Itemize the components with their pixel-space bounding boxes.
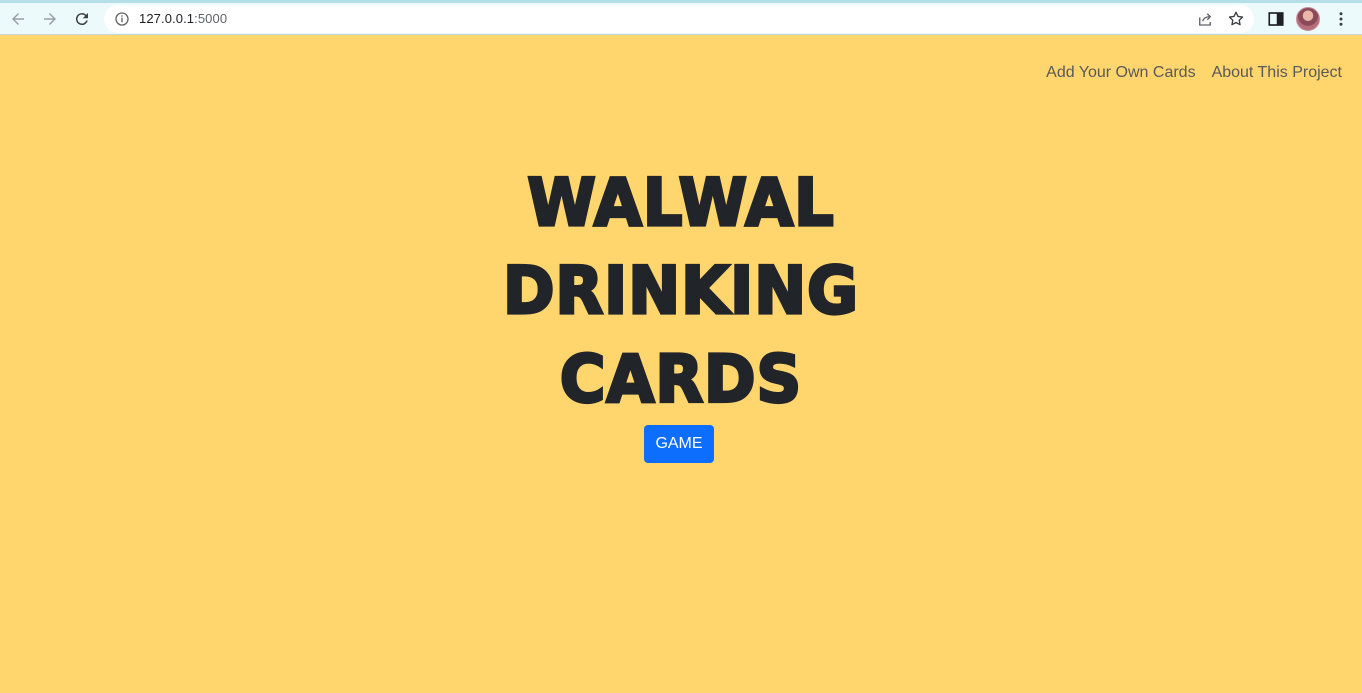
url-host: 127.0.0.1	[139, 11, 195, 26]
avatar[interactable]	[1296, 7, 1320, 31]
star-icon[interactable]	[1227, 10, 1245, 28]
back-icon	[12, 13, 24, 25]
reload-button[interactable]	[69, 6, 95, 32]
back-button[interactable]	[5, 6, 31, 32]
address-bar[interactable]: 127.0.0.1:5000	[104, 5, 1254, 33]
forward-button[interactable]	[37, 6, 63, 32]
nav-link-about[interactable]: About This Project	[1212, 62, 1342, 84]
page-title: WALWAL DRINKING CARDS	[0, 159, 1362, 424]
title-line: WALWAL	[526, 162, 835, 242]
forward-icon	[44, 13, 56, 25]
reload-icon	[75, 13, 88, 26]
info-icon[interactable]	[114, 11, 130, 27]
title-line: CARDS	[558, 339, 803, 419]
game-button[interactable]: GAME	[644, 425, 714, 463]
top-nav: Add Your Own Cards About This Project	[1046, 62, 1342, 84]
share-icon[interactable]	[1196, 10, 1214, 28]
browser-toolbar: 127.0.0.1:5000	[0, 0, 1362, 35]
hero: WALWAL DRINKING CARDS	[0, 162, 1362, 418]
url-port: :5000	[194, 11, 228, 26]
title-line: DRINKING	[501, 251, 860, 331]
menu-icon[interactable]	[1332, 9, 1350, 29]
url-text: 127.0.0.1:5000	[139, 11, 227, 26]
side-panel-icon[interactable]	[1267, 10, 1285, 28]
nav-link-add-cards[interactable]: Add Your Own Cards	[1046, 62, 1195, 84]
